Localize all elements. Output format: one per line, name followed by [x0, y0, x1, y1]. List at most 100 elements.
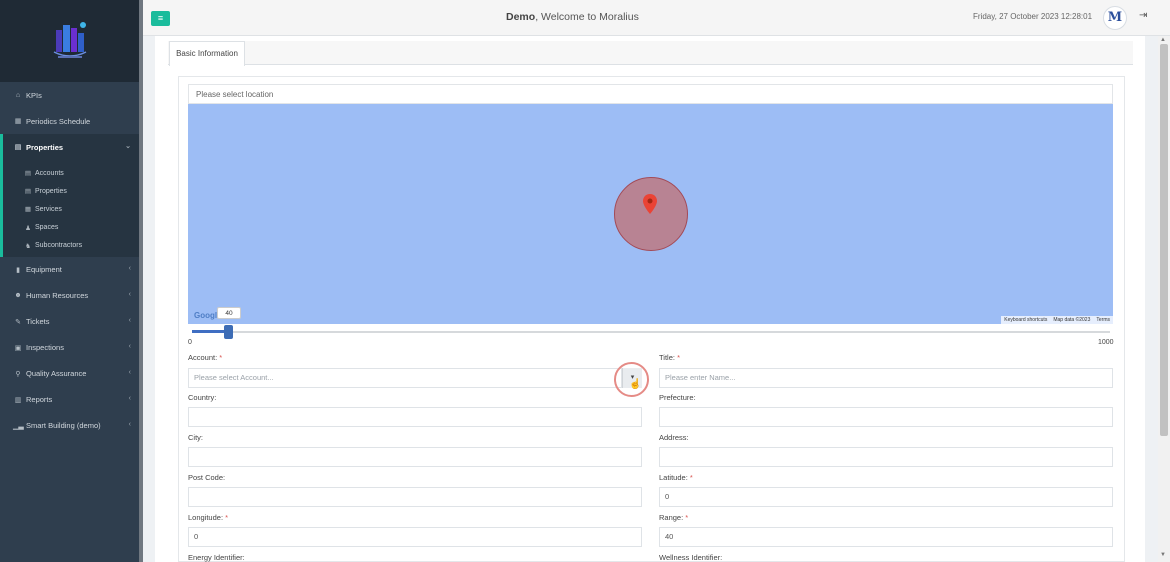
postcode-input[interactable]: [188, 487, 642, 507]
map-footer: Keyboard shortcuts Map data ©2023 Terms: [1001, 316, 1113, 324]
longitude-label: Longitude: *: [188, 513, 229, 522]
chevron-down-icon: ⌄: [125, 143, 131, 150]
sidebar-item-label: Reports: [26, 395, 53, 405]
sidebar-subitem-properties[interactable]: ▤ Properties: [3, 182, 139, 200]
company-logo-icon[interactable]: [50, 20, 90, 62]
range-slider-handle[interactable]: [224, 325, 233, 339]
country-label: Country:: [188, 393, 217, 402]
sidebar-item-quality-assurance[interactable]: ⚲ Quality Assurance ‹: [0, 361, 139, 387]
chevron-left-icon: ‹: [128, 342, 131, 350]
account-icon: ▤: [24, 170, 32, 178]
sidebar-subitem-label: Accounts: [35, 169, 64, 177]
menu-toggle-button[interactable]: ≡: [151, 11, 170, 26]
map-data-text: Map data ©2023: [1053, 317, 1091, 323]
title-input[interactable]: Please enter Name...: [659, 368, 1113, 388]
account-label: Account: *: [188, 353, 223, 362]
sidebar-nav: ⌂ KPIs ▦ Periodics Schedule ▤ Properties…: [0, 82, 139, 439]
account-select[interactable]: Please select Account...: [188, 368, 622, 388]
location-map[interactable]: Google Keyboard shortcuts Map data ©2023…: [188, 104, 1113, 324]
sidebar-subitem-label: Spaces: [35, 224, 59, 232]
sidebar-divider: [139, 0, 143, 562]
postcode-label: Post Code:: [188, 473, 226, 482]
sidebar-item-human-resources[interactable]: ☻ Human Resources ‹: [0, 283, 139, 309]
inspection-icon: ▣: [14, 344, 22, 352]
hand-cursor-icon: ☝: [629, 379, 642, 390]
current-datetime: Friday, 27 October 2023 12:28:01: [973, 12, 1093, 21]
sidebar-item-tickets[interactable]: ✎ Tickets ‹: [0, 309, 139, 335]
map-pin-icon[interactable]: [643, 194, 657, 214]
sidebar-item-smart-building[interactable]: ▁▃ Smart Building (demo) ‹: [0, 413, 139, 439]
range-slider-value: 40: [217, 307, 241, 319]
scroll-up-icon[interactable]: ▲: [1160, 37, 1166, 43]
sidebar-item-reports[interactable]: ▥ Reports ‹: [0, 387, 139, 413]
wellness-identifier-label: Wellness Identifier:: [659, 553, 723, 562]
sidebar-item-label: Human Resources: [26, 291, 89, 301]
range-input[interactable]: 40: [659, 527, 1113, 547]
avatar[interactable]: M: [1103, 6, 1127, 30]
range-circle[interactable]: [614, 177, 688, 251]
terms-link[interactable]: Terms: [1093, 317, 1113, 323]
address-input[interactable]: [659, 447, 1113, 467]
equipment-icon: ▮: [16, 266, 20, 274]
sidebar-item-label: KPIs: [26, 90, 42, 100]
prefecture-input[interactable]: [659, 407, 1113, 427]
chevron-left-icon: ‹: [128, 420, 131, 428]
scroll-down-icon[interactable]: ▼: [1160, 552, 1166, 558]
tab-basic-information[interactable]: Basic Information: [169, 41, 245, 66]
chevron-left-icon: ‹: [128, 368, 131, 376]
sidebar-item-periodics-schedule[interactable]: ▦ Periodics Schedule: [0, 108, 139, 134]
address-label: Address:: [659, 433, 689, 442]
chevron-left-icon: ‹: [128, 394, 131, 402]
sidebar-item-label: Quality Assurance: [26, 369, 87, 379]
tab-bar: Basic Information: [168, 41, 1133, 66]
sidebar-subitem-accounts[interactable]: ▤ Accounts: [3, 164, 139, 182]
sidebar-item-kpis[interactable]: ⌂ KPIs: [0, 82, 139, 108]
brand-name: Demo: [506, 11, 536, 23]
sidebar-subitem-services[interactable]: ▦ Services: [3, 200, 139, 218]
sidebar-subitem-subcontractors[interactable]: ♞ Subcontractors: [3, 237, 139, 255]
prefecture-label: Prefecture:: [659, 393, 696, 402]
logout-icon[interactable]: ⇥: [1139, 10, 1147, 21]
services-icon: ▦: [24, 206, 32, 214]
sidebar-item-properties[interactable]: ▤ Properties ⌄: [0, 134, 139, 160]
chart-icon: ▁▃: [13, 422, 24, 430]
latitude-label: Latitude: *: [659, 473, 693, 482]
home-icon: ⌂: [15, 91, 21, 99]
sidebar-submenu-properties: ▤ Accounts ▤ Properties ▦ Services ♟ Spa…: [0, 160, 139, 257]
calendar-icon: ▦: [14, 118, 22, 125]
reports-icon: ▥: [14, 396, 22, 404]
ticket-icon: ✎: [15, 318, 21, 326]
energy-identifier-label: Energy Identifier:: [188, 553, 245, 562]
welcome-text: Demo, Welcome to Moralius: [506, 11, 639, 23]
sidebar-item-label: Tickets: [26, 317, 50, 327]
sidebar-item-label: Equipment: [26, 265, 62, 275]
top-bar: ≡ Demo, Welcome to Moralius Friday, 27 O…: [143, 0, 1170, 36]
longitude-input[interactable]: 0: [188, 527, 642, 547]
chevron-left-icon: ‹: [128, 316, 131, 324]
range-slider-track[interactable]: [192, 331, 1110, 333]
sidebar-item-label: Smart Building (demo): [26, 421, 101, 431]
keyboard-shortcuts-link[interactable]: Keyboard shortcuts: [1001, 317, 1050, 323]
chevron-left-icon: ‹: [128, 290, 131, 298]
sidebar: ⌂ KPIs ▦ Periodics Schedule ▤ Properties…: [0, 0, 139, 562]
range-slider-max: 1000: [1098, 339, 1114, 346]
building-icon: ▤: [14, 144, 22, 151]
sidebar-subitem-label: Properties: [35, 187, 67, 195]
welcome-message: , Welcome to Moralius: [535, 11, 639, 23]
latitude-input[interactable]: 0: [659, 487, 1113, 507]
chevron-left-icon: ‹: [128, 264, 131, 272]
city-input[interactable]: [188, 447, 642, 467]
sidebar-item-inspections[interactable]: ▣ Inspections ‹: [0, 335, 139, 361]
city-label: City:: [188, 433, 203, 442]
location-label: Please select location: [188, 84, 1113, 104]
sidebar-item-equipment[interactable]: ▮ Equipment ‹: [0, 257, 139, 283]
scrollbar-thumb[interactable]: [1160, 44, 1168, 436]
range-slider-min: 0: [188, 339, 192, 346]
title-label: Title: *: [659, 353, 680, 362]
spaces-icon: ♟: [25, 224, 31, 232]
users-icon: ☻: [14, 292, 22, 300]
logo-area: [0, 0, 139, 82]
country-input[interactable]: [188, 407, 642, 427]
sidebar-subitem-spaces[interactable]: ♟ Spaces: [3, 219, 139, 237]
sidebar-item-label: Properties: [26, 142, 64, 152]
